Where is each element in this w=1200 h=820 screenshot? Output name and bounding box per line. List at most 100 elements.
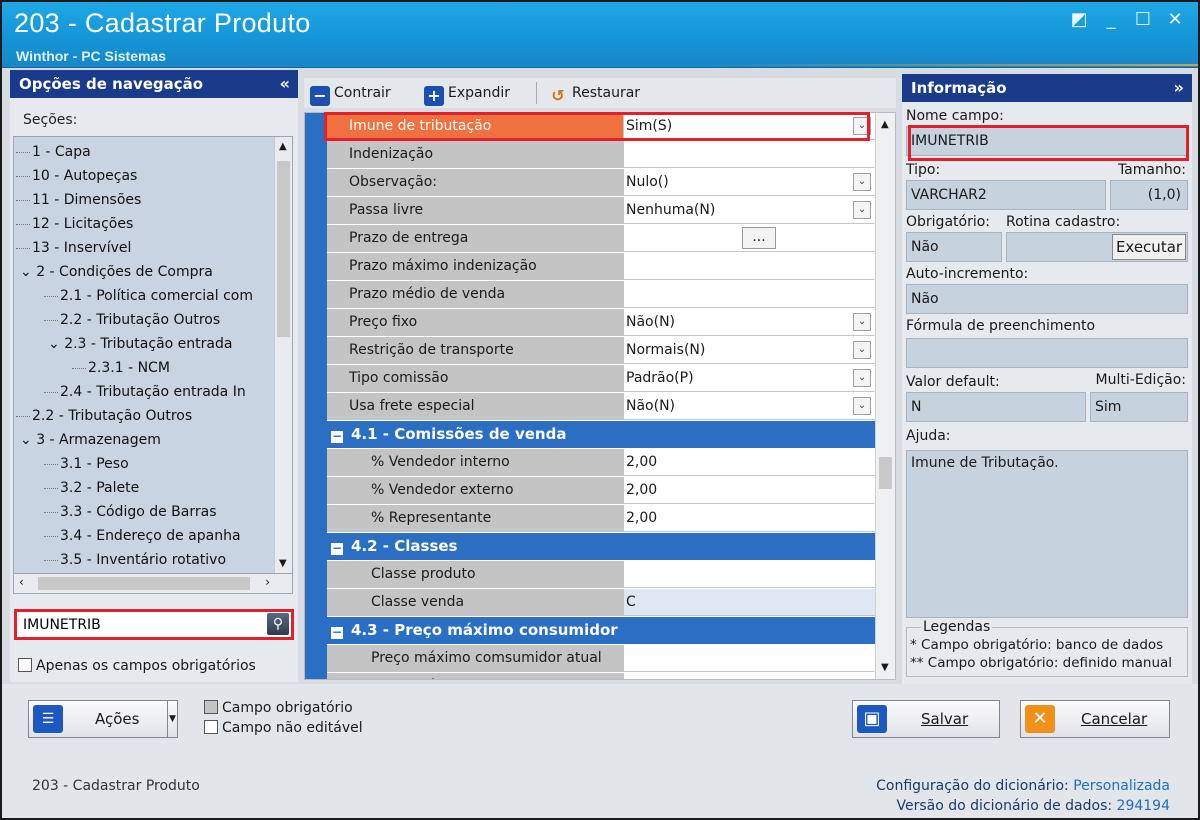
grid-row[interactable]: Prazo de entrega... bbox=[327, 225, 875, 252]
tree-horizontal-scrollbar[interactable]: ‹ › bbox=[13, 574, 293, 594]
grid-row[interactable]: Passa livre Nenhuma(N) ⌄ bbox=[327, 197, 875, 224]
grid-row[interactable]: Prazo médio de venda bbox=[327, 281, 875, 308]
grid-row-value[interactable] bbox=[623, 673, 875, 679]
collapse-all-button[interactable]: − Contrair bbox=[310, 82, 391, 106]
chevron-down-icon[interactable]: ⌄ bbox=[48, 336, 64, 352]
grid-row[interactable]: Classe venda C bbox=[327, 589, 875, 616]
tree-item[interactable]: 2.3.1 - NCM bbox=[72, 357, 170, 379]
tree-item[interactable]: 13 - Inservível bbox=[16, 237, 131, 259]
tree-item[interactable]: 3.1 - Peso bbox=[44, 453, 129, 475]
tree-item[interactable]: 1 - Capa bbox=[16, 141, 91, 163]
minimize-icon[interactable]: _ bbox=[1098, 8, 1124, 32]
tree-item[interactable]: 2.4 - Tributação entrada In bbox=[44, 381, 246, 403]
tree-item[interactable]: 2.2 - Tributação Outros bbox=[16, 405, 192, 427]
restore-icon[interactable]: ◩ bbox=[1066, 8, 1092, 32]
grid-row-value[interactable]: Normais(N) ⌄ bbox=[623, 337, 875, 363]
grid-row-value[interactable] bbox=[623, 645, 875, 671]
collapse-panel-icon[interactable]: « bbox=[280, 70, 290, 98]
grid-row[interactable]: Classe produto bbox=[327, 561, 875, 588]
tree-item[interactable]: ⌄ 2.3 - Tributação entrada bbox=[48, 333, 232, 355]
grid-row[interactable]: Preço máximo consumidor futuro bbox=[327, 673, 875, 679]
cancel-button[interactable]: ✕ Cancelar bbox=[1020, 700, 1170, 738]
grid-section-header[interactable]: −4.1 - Comissões de venda bbox=[327, 421, 875, 448]
chevron-down-icon[interactable]: ▼ bbox=[167, 701, 177, 737]
grid-row-value[interactable]: 2,00 bbox=[623, 449, 875, 475]
expand-all-button[interactable]: + Expandir bbox=[424, 82, 510, 106]
scroll-left-icon[interactable]: ‹ bbox=[19, 575, 24, 589]
scroll-up-icon[interactable]: ▲ bbox=[279, 141, 287, 152]
grid-row-value[interactable]: 2,00 bbox=[623, 477, 875, 503]
grid-row[interactable]: Indenização bbox=[327, 141, 875, 168]
grid-row-value[interactable]: Nenhuma(N) ⌄ bbox=[623, 197, 875, 223]
close-icon[interactable]: ✕ bbox=[1162, 8, 1188, 32]
maximize-icon[interactable]: ☐ bbox=[1130, 8, 1156, 32]
tree-item[interactable]: 2.2 - Tributação Outros bbox=[44, 309, 220, 331]
grid-section-header[interactable]: −4.3 - Preço máximo consumidor bbox=[327, 617, 875, 644]
grid-vertical-scrollbar[interactable]: ▲ ▼ bbox=[875, 113, 895, 679]
grid-row[interactable]: % Representante 2,00 bbox=[327, 505, 875, 532]
execute-button[interactable]: Executar bbox=[1112, 234, 1186, 260]
chevron-down-icon[interactable]: ⌄ bbox=[853, 313, 871, 331]
scroll-thumb[interactable] bbox=[879, 457, 892, 489]
tree-item[interactable]: 10 - Autopeças bbox=[16, 165, 137, 187]
save-button[interactable]: ▣ Salvar bbox=[852, 700, 1000, 738]
only-required-checkbox-row[interactable]: Apenas os campos obrigatórios bbox=[18, 658, 256, 674]
grid-row-value[interactable]: 2,00 bbox=[623, 505, 875, 531]
grid-row-value[interactable] bbox=[623, 141, 875, 167]
collapse-section-icon[interactable]: − bbox=[331, 430, 343, 443]
expand-panel-icon[interactable]: » bbox=[1174, 74, 1184, 102]
chevron-down-icon[interactable]: ⌄ bbox=[853, 341, 871, 359]
tree-item[interactable]: 11 - Dimensões bbox=[16, 189, 141, 211]
chevron-down-icon[interactable]: ⌄ bbox=[853, 369, 871, 387]
grid-row-value[interactable] bbox=[623, 253, 875, 279]
tree-item[interactable]: 3.5 - Inventário rotativo bbox=[44, 549, 226, 571]
grid-row[interactable]: Tipo comissão Padrão(P) ⌄ bbox=[327, 365, 875, 392]
grid-row[interactable]: Preço máximo comsumidor atual bbox=[327, 645, 875, 672]
restore-button[interactable]: ↺ Restaurar bbox=[548, 82, 640, 105]
grid-row[interactable]: % Vendedor externo 2,00 bbox=[327, 477, 875, 504]
tree-item[interactable]: 12 - Licitações bbox=[16, 213, 133, 235]
chevron-down-icon[interactable]: ⌄ bbox=[853, 397, 871, 415]
scroll-down-icon[interactable]: ▼ bbox=[279, 558, 287, 569]
tree-item[interactable]: 3.4 - Endereço de apanha bbox=[44, 525, 241, 547]
collapse-section-icon[interactable]: − bbox=[331, 626, 343, 639]
grid-row-value[interactable]: Não(N) ⌄ bbox=[623, 309, 875, 335]
grid-row[interactable]: Preço fixo Não(N) ⌄ bbox=[327, 309, 875, 336]
scroll-thumb[interactable] bbox=[277, 161, 290, 337]
search-icon[interactable]: ⚲ bbox=[267, 613, 289, 635]
grid-row[interactable]: Prazo máximo indenização bbox=[327, 253, 875, 280]
tree-item[interactable]: 2.1 - Política comercial com bbox=[44, 285, 253, 307]
grid-row-value[interactable]: Padrão(P) ⌄ bbox=[623, 365, 875, 391]
grid-row[interactable]: Imune de tributação Sim(S) ⌄ bbox=[327, 113, 875, 140]
grid-row-value[interactable] bbox=[623, 561, 875, 587]
grid-row-value[interactable]: Não(N) ⌄ bbox=[623, 393, 875, 419]
grid-row[interactable]: Usa frete especial Não(N) ⌄ bbox=[327, 393, 875, 420]
collapse-section-icon[interactable]: − bbox=[331, 542, 343, 555]
scroll-down-icon[interactable]: ▼ bbox=[881, 662, 889, 673]
chevron-down-icon[interactable]: ⌄ bbox=[20, 432, 36, 448]
scroll-thumb[interactable] bbox=[38, 577, 250, 590]
chevron-down-icon[interactable]: ⌄ bbox=[20, 264, 36, 280]
chevron-down-icon[interactable]: ⌄ bbox=[853, 173, 871, 191]
grid-row[interactable]: % Vendedor interno 2,00 bbox=[327, 449, 875, 476]
tree-item[interactable]: ⌄ 3 - Armazenagem bbox=[20, 429, 161, 451]
chevron-down-icon[interactable]: ⌄ bbox=[853, 117, 871, 135]
tree-vertical-scrollbar[interactable]: ▲ ▼ bbox=[274, 137, 292, 573]
grid-row-value[interactable]: Nulo() ⌄ bbox=[623, 169, 875, 195]
scroll-right-icon[interactable]: › bbox=[265, 575, 270, 589]
actions-button[interactable]: ☰ Ações ▼ bbox=[28, 700, 178, 738]
grid-section-header[interactable]: −4.2 - Classes bbox=[327, 533, 875, 560]
grid-row-value[interactable]: Sim(S) ⌄ bbox=[623, 113, 875, 139]
only-required-checkbox[interactable] bbox=[18, 658, 32, 672]
scroll-up-icon[interactable]: ▲ bbox=[881, 119, 889, 130]
tree-item[interactable]: 3.3 - Código de Barras bbox=[44, 501, 217, 523]
grid-row-value[interactable] bbox=[623, 281, 875, 307]
ellipsis-button[interactable]: ... bbox=[742, 227, 776, 249]
grid-row[interactable]: Restrição de transporte Normais(N) ⌄ bbox=[327, 337, 875, 364]
grid-row[interactable]: Observação: Nulo() ⌄ bbox=[327, 169, 875, 196]
grid-row-value[interactable]: ... bbox=[623, 225, 875, 251]
grid-row-value[interactable]: C bbox=[623, 589, 875, 615]
tree-item[interactable]: ⌄ 2 - Condições de Compra bbox=[20, 261, 213, 283]
chevron-down-icon[interactable]: ⌄ bbox=[853, 201, 871, 219]
tree-item[interactable]: 3.2 - Palete bbox=[44, 477, 139, 499]
